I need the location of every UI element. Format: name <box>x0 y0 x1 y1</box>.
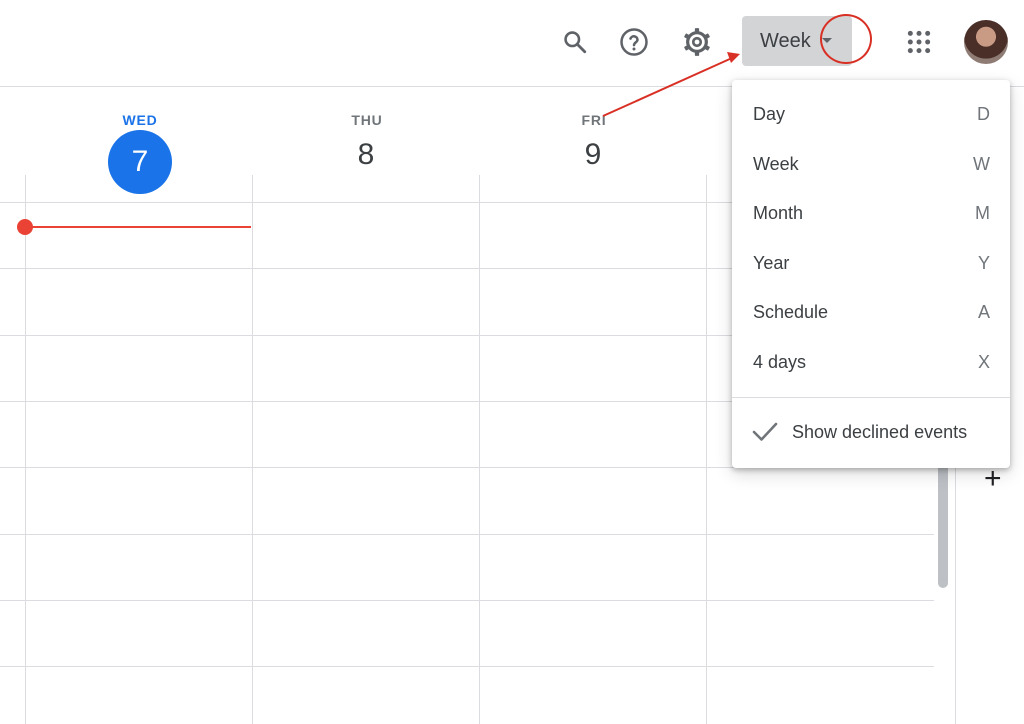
view-switcher-label: Week <box>760 29 811 52</box>
menu-item-shortcut: Y <box>977 252 990 273</box>
menu-item-label: 4 days <box>753 351 807 372</box>
avatar[interactable] <box>964 20 1008 64</box>
menu-item-day[interactable]: Day D <box>732 89 1010 139</box>
menu-item-4-days[interactable]: 4 days X <box>732 337 1010 387</box>
menu-item-label: Year <box>753 252 790 273</box>
show-declined-events-toggle[interactable]: Show declined events <box>732 407 1010 457</box>
day-name-fri: FRI <box>581 112 607 128</box>
menu-item-label: Day <box>753 103 786 124</box>
apps-button[interactable] <box>897 20 941 64</box>
view-menu: Day D Week W Month M Year Y Schedule A 4… <box>732 80 1010 468</box>
day-name-wed: WED <box>122 112 158 128</box>
top-bar: Week <box>0 0 1024 87</box>
show-declined-label: Show declined events <box>792 421 968 442</box>
date-button-fri[interactable]: 9 <box>561 138 625 172</box>
help-button[interactable] <box>612 20 656 64</box>
menu-item-month[interactable]: Month M <box>732 188 1010 238</box>
menu-item-label: Week <box>753 153 799 174</box>
day-name-thu: THU <box>351 112 383 128</box>
column-divider <box>706 175 707 724</box>
column-divider <box>479 175 480 724</box>
menu-item-shortcut: A <box>977 301 990 322</box>
search-button[interactable] <box>553 20 597 64</box>
checkmark-icon <box>752 422 778 441</box>
today-date-button[interactable]: 7 <box>108 130 172 194</box>
current-time-line <box>25 226 251 228</box>
help-icon <box>620 28 648 56</box>
menu-item-shortcut: W <box>973 153 990 174</box>
column-divider <box>25 175 26 724</box>
current-time-dot <box>17 219 33 235</box>
settings-button[interactable] <box>675 20 719 64</box>
menu-item-week[interactable]: Week W <box>732 139 1010 189</box>
menu-item-shortcut: M <box>975 202 990 223</box>
scrollbar[interactable] <box>938 460 948 588</box>
menu-item-schedule[interactable]: Schedule A <box>732 287 1010 337</box>
column-divider <box>252 175 253 724</box>
apps-grid-icon <box>907 30 931 54</box>
date-button-thu[interactable]: 8 <box>334 138 398 172</box>
add-addon-button[interactable]: + <box>984 464 1002 494</box>
hour-line <box>0 534 934 535</box>
hour-line <box>0 666 934 667</box>
menu-item-shortcut: D <box>977 103 990 124</box>
menu-divider <box>732 397 1010 398</box>
menu-item-label: Schedule <box>753 301 829 322</box>
menu-item-shortcut: X <box>977 351 990 372</box>
gear-icon <box>684 28 710 56</box>
annotation-circle <box>820 14 872 64</box>
menu-item-label: Month <box>753 202 804 223</box>
hour-line <box>0 600 934 601</box>
menu-item-year[interactable]: Year Y <box>732 238 1010 288</box>
search-icon <box>564 31 587 54</box>
